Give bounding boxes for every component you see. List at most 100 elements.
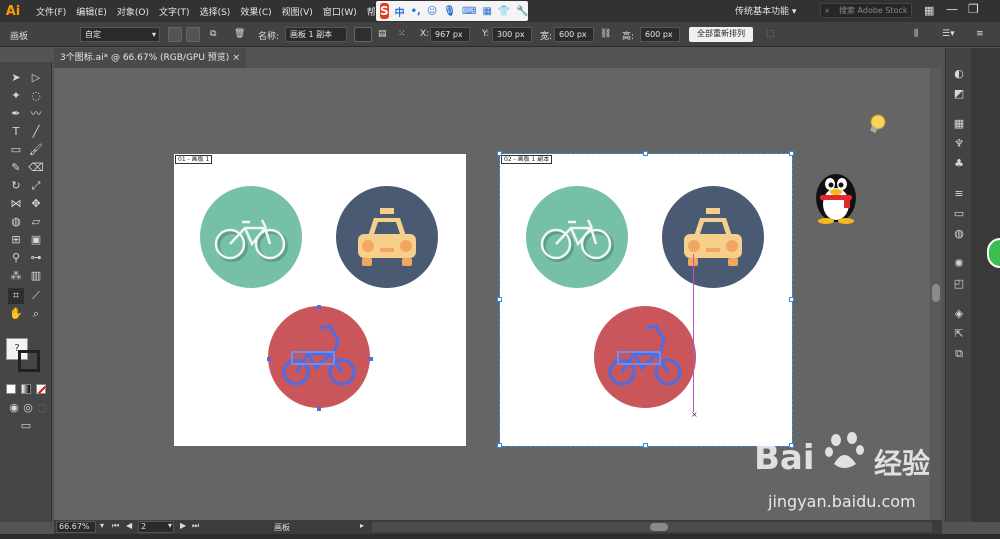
symbol-sprayer-tool-icon[interactable]: ⁂: [8, 268, 24, 284]
hand-tool-icon[interactable]: ✋: [8, 306, 24, 322]
status-menu-icon[interactable]: ▸: [360, 521, 364, 530]
zoom-dropdown-icon[interactable]: ▾: [100, 521, 104, 530]
link-icon[interactable]: ⛓: [600, 29, 611, 39]
ime-punct[interactable]: •,: [411, 6, 421, 17]
artboard-handle[interactable]: [643, 151, 648, 156]
column-graph-tool-icon[interactable]: ▥: [28, 268, 44, 284]
artboard-options-icon[interactable]: ▤: [378, 29, 387, 39]
ime-mode[interactable]: 中: [395, 4, 405, 19]
horizontal-scroll-thumb[interactable]: [650, 523, 668, 531]
stock-search-input[interactable]: ⌕ 搜索 Adobe Stock: [820, 3, 912, 18]
close-icon[interactable]: ×: [232, 48, 240, 68]
artboard-name-field[interactable]: 画板 1 副本: [285, 27, 347, 42]
menu-edit[interactable]: 编辑(E): [76, 5, 107, 18]
scale-tool-icon[interactable]: ⤢: [28, 178, 44, 194]
qq-penguin-icon[interactable]: [810, 166, 862, 224]
eraser-tool-icon[interactable]: ⌫: [28, 160, 44, 176]
toolbox-icon[interactable]: ▦: [482, 6, 491, 17]
swatches-panel-icon[interactable]: ▦: [951, 116, 967, 132]
motorcycle-icon[interactable]: [268, 306, 370, 408]
panel-menu-icon[interactable]: ☰▾: [942, 29, 955, 39]
taxi-icon[interactable]: [336, 186, 438, 288]
anchor-point[interactable]: [267, 357, 271, 361]
stroke-swatch[interactable]: [18, 350, 40, 372]
mesh-tool-icon[interactable]: ⊞: [8, 232, 24, 248]
height-field[interactable]: 600 px: [640, 27, 680, 42]
new-artboard-icon[interactable]: ⧉: [210, 29, 216, 39]
eyedropper-tool-icon[interactable]: ⚲: [8, 250, 24, 266]
screen-mode-icon[interactable]: ▭: [18, 418, 34, 434]
line-tool-icon[interactable]: ╱: [28, 124, 44, 140]
lightbulb-icon[interactable]: [868, 114, 886, 134]
none-mode-button[interactable]: [36, 384, 46, 394]
zoom-tool-icon[interactable]: ⌕: [28, 306, 44, 322]
menu-window[interactable]: 窗口(W): [323, 5, 357, 18]
reference-point-icon[interactable]: ⁙: [398, 29, 406, 39]
color-guide-icon[interactable]: ◩: [951, 86, 967, 102]
artboard-1[interactable]: 01 - 画板 1: [174, 154, 466, 446]
rotate-tool-icon[interactable]: ↻: [8, 178, 24, 194]
blend-tool-icon[interactable]: ⊶: [28, 250, 44, 266]
anchor-point[interactable]: [317, 407, 321, 411]
preset-select[interactable]: 自定 ▾: [80, 27, 160, 42]
gradient-panel-icon[interactable]: ▭: [951, 206, 967, 222]
artboard-grid-icon[interactable]: ⬚: [766, 29, 775, 39]
artboard-handle[interactable]: [497, 151, 502, 156]
menu-view[interactable]: 视图(V): [282, 5, 313, 18]
artboard-handle[interactable]: [497, 443, 502, 448]
artboard-2[interactable]: 02 - 画板 1 副本 ×: [497, 151, 794, 448]
menu-effect[interactable]: 效果(C): [240, 5, 271, 18]
shaper-tool-icon[interactable]: ✎: [8, 160, 24, 176]
keyboard-icon[interactable]: ⌨: [462, 6, 476, 17]
curvature-tool-icon[interactable]: 〰: [28, 106, 44, 122]
last-artboard-icon[interactable]: ⏭: [192, 521, 199, 531]
menu-file[interactable]: 文件(F): [36, 5, 66, 18]
paintbrush-tool-icon[interactable]: 🖌: [28, 142, 44, 158]
rectangle-tool-icon[interactable]: ▭: [8, 142, 24, 158]
menu-help[interactable]: 帮: [367, 5, 376, 18]
menu-type[interactable]: 文字(T): [159, 5, 190, 18]
floating-badge[interactable]: [987, 238, 1000, 268]
sogou-logo[interactable]: S: [380, 3, 389, 19]
type-tool-icon[interactable]: T: [8, 124, 24, 140]
color-panel-icon[interactable]: ◐: [951, 66, 967, 82]
workspace-switcher[interactable]: 传统基本功能 ▾: [735, 4, 796, 17]
layers-panel-icon[interactable]: ◈: [951, 306, 967, 322]
brushes-panel-icon[interactable]: ♆: [951, 136, 967, 152]
first-artboard-icon[interactable]: ⏮: [112, 521, 119, 531]
menu-object[interactable]: 对象(O): [117, 5, 149, 18]
taxi-icon[interactable]: [662, 186, 764, 288]
artboard-handle[interactable]: [789, 151, 794, 156]
vertical-scroll-thumb[interactable]: [932, 284, 940, 302]
artboard-handle[interactable]: [497, 297, 502, 302]
pen-tool-icon[interactable]: ✒: [8, 106, 24, 122]
direct-selection-tool-icon[interactable]: ▷: [28, 70, 44, 86]
artboard-handle[interactable]: [643, 443, 648, 448]
selection-tool-icon[interactable]: ➤: [8, 70, 24, 86]
perspective-grid-tool-icon[interactable]: ▱: [28, 214, 44, 230]
horizontal-scrollbar[interactable]: [372, 522, 932, 532]
stroke-panel-icon[interactable]: ≡: [951, 186, 967, 202]
motorcycle-icon[interactable]: [594, 306, 696, 408]
lasso-tool-icon[interactable]: ◌: [28, 88, 44, 104]
wrench-icon[interactable]: 🔧: [516, 6, 528, 17]
bicycle-icon[interactable]: [526, 186, 628, 288]
ime-toolbar[interactable]: S 中 •, ☺ 🎙 ⌨ ▦ 👕 🔧: [376, 1, 529, 21]
artboard-handle[interactable]: [789, 297, 794, 302]
next-artboard-icon[interactable]: ▶: [180, 521, 186, 530]
bicycle-icon[interactable]: [200, 186, 302, 288]
minimize-icon[interactable]: —: [946, 2, 958, 16]
document-tab[interactable]: 3个图标.ai* @ 66.67% (RGB/GPU 预览) ×: [54, 48, 246, 68]
portrait-button[interactable]: [168, 27, 182, 42]
rearrange-all-button[interactable]: 全部重新排列: [689, 27, 753, 42]
y-field[interactable]: 300 px: [492, 27, 532, 42]
landscape-button[interactable]: [186, 27, 200, 42]
artboards-panel-icon[interactable]: ⧉: [951, 346, 967, 362]
anchor-point[interactable]: [369, 357, 373, 361]
gradient-mode-button[interactable]: [21, 384, 31, 394]
anchor-point[interactable]: [317, 305, 321, 309]
prev-artboard-icon[interactable]: ◀: [126, 521, 132, 530]
appearance-panel-icon[interactable]: ✺: [951, 256, 967, 272]
align-icon[interactable]: ⫼: [914, 29, 918, 39]
menu-select[interactable]: 选择(S): [200, 5, 231, 18]
